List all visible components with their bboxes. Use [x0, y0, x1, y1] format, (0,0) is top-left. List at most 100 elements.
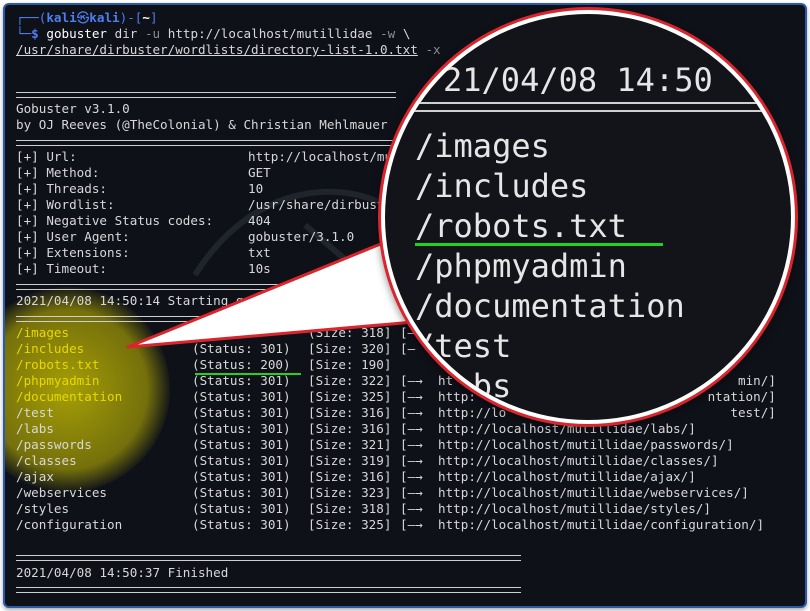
result-arrow: [—→ — [400, 453, 423, 468]
result-size: [Size: 316] — [308, 405, 392, 420]
config-label: [+] Threads: — [16, 181, 107, 196]
result-redirect: http://lo — [438, 405, 507, 420]
separator — [16, 587, 521, 593]
config-value: 404 — [248, 213, 271, 228]
result-redirect: http://localhost/mutillidae/styles/] — [438, 501, 711, 516]
magnified-path: /labs — [415, 367, 512, 405]
separator — [16, 284, 396, 290]
result-size: [Size: 319] — [308, 453, 392, 468]
config-label: [+] Extensions: — [16, 245, 130, 260]
magnified-path: /test — [415, 327, 512, 365]
shell-prompt: ┌──(kali㉿kali)-[~] — [16, 10, 158, 25]
result-size: [Size: 320] — [308, 341, 392, 356]
result-status: (Status: 301) — [192, 517, 291, 532]
config-row: [+] User Agent: gobuster/3.1.0 — [16, 229, 354, 245]
result-path: /includes — [16, 341, 85, 356]
result-redirect: http://localhost/mutillidae/classes/] — [438, 453, 719, 468]
result-redirect-tail: ntation/] — [707, 389, 776, 404]
line-continuation: \ — [402, 26, 411, 41]
result-status: (Status: 301) — [192, 405, 291, 420]
wordlist-path: /usr/share/dirbuster/wordlists/directory… — [16, 42, 418, 57]
result-path: /robots.txt — [16, 357, 100, 372]
result-path: /ajax — [16, 469, 54, 484]
command-url: http://localhost/mutillidae — [167, 26, 373, 41]
result-path: /configuration — [16, 517, 123, 532]
result-redirect: http://localhost/mutillidae/ajax/] — [438, 469, 696, 484]
result-row: /images (Size: 318] [— — [16, 325, 438, 341]
config-label: [+] Timeout: — [16, 261, 107, 276]
result-size: [Size: 321] — [308, 437, 392, 452]
result-status: (Status: 200) — [192, 357, 291, 372]
result-arrow: [—→ — [400, 421, 423, 436]
config-value: /usr/share/dirbust — [248, 197, 385, 212]
result-redirect: http://localhost/mutillidae/configuratio… — [438, 517, 765, 532]
config-value: gobuster/3.1.0 — [248, 229, 355, 244]
result-size: (Size: 318] — [308, 325, 392, 340]
result-redirect-tail: test/] — [730, 405, 776, 420]
prompt-user: kali — [46, 10, 77, 25]
result-row: /test (Status: 301) [Size: 316] [—→ http://l… — [16, 405, 776, 421]
result-size: [Size: 316] — [308, 469, 392, 484]
magnified-path: /includes — [415, 167, 589, 205]
separator — [16, 92, 396, 98]
result-path: /documentation — [16, 389, 123, 404]
config-label: [+] Negative Status codes: — [16, 213, 214, 228]
result-row: /classes (Status: 301) [Size: 319] [—→ http:… — [16, 453, 719, 469]
result-arrow: [—→ — [400, 469, 423, 484]
magnified-path: /documentation — [415, 287, 685, 325]
result-status: (Status: 301) — [192, 469, 291, 484]
result-redirect: http://localhost/mutillidae/passwords/] — [438, 437, 734, 452]
config-label: [+] Method: — [16, 165, 100, 180]
command-subcommand: dir — [114, 26, 138, 41]
command-name: gobuster — [46, 26, 108, 41]
config-value: http://localhost/mu — [248, 149, 393, 164]
flag-u: -u — [144, 26, 161, 41]
magnified-separator — [385, 102, 791, 112]
result-path: /phpmyadmin — [16, 373, 100, 388]
config-row: [+] Wordlist: /usr/share/dirbust — [16, 197, 384, 213]
command-line[interactable]: └─$ gobuster dir -u http://localhost/mut… — [16, 26, 410, 42]
result-path: /test — [16, 405, 54, 420]
config-row: [+] Timeout: 10s — [16, 261, 271, 277]
status-200-underline — [195, 373, 301, 375]
config-value: GET — [248, 165, 271, 180]
config-value: txt — [248, 245, 271, 260]
separator — [16, 555, 521, 561]
result-arrow: [—→ — [400, 437, 423, 452]
result-redirect: http://localhost/mutillidae/labs/] — [438, 421, 696, 436]
prompt-host: kali — [89, 10, 120, 25]
start-line: 2021/04/08 14:50:14 Starting gob — [16, 293, 259, 308]
config-value: 10s — [248, 261, 271, 276]
result-status: (Status: 301) — [192, 485, 291, 500]
magnifier-callout: 21/04/08 14:50 /images/includes/robots.t… — [385, 14, 791, 420]
result-row: /configuration (Status: 301) [Size: 325] [—… — [16, 517, 764, 533]
result-path: /labs — [16, 421, 54, 436]
magnified-path: /images — [415, 127, 550, 165]
result-size: [Size: 318] — [308, 501, 392, 516]
finished-line: 2021/04/08 14:50:37 Finished — [16, 565, 229, 580]
result-row: /passwords (Status: 301) [Size: 321] [—→ htt… — [16, 437, 734, 453]
magnified-path: /robots.txt — [415, 207, 627, 245]
config-row: [+] Url: http://localhost/mu — [16, 149, 392, 165]
result-arrow: [—→ — [400, 501, 423, 516]
result-row: /styles (Status: 301) [Size: 318] [—→ http:/… — [16, 501, 711, 517]
result-row: /documentation (Status: 301) [Size: 325] [—… — [16, 389, 776, 405]
result-row: /includes (Status: 301) [Size: 320] [— — [16, 341, 438, 357]
result-size: [Size: 190] — [308, 357, 392, 372]
config-label: [+] Wordlist: — [16, 197, 115, 212]
config-value: 10 — [248, 181, 264, 196]
result-arrow: [—→ — [400, 517, 423, 532]
result-size: [Size: 316] — [308, 421, 392, 436]
result-path: /passwords — [16, 437, 92, 452]
separator — [16, 140, 396, 146]
result-arrow: [—→ — [400, 485, 423, 500]
result-row: /ajax (Status: 301) [Size: 316] [—→ http://l… — [16, 469, 696, 485]
result-row: /robots.txt (Status: 200) [Size: 190] — [16, 357, 438, 373]
separator — [16, 316, 396, 322]
config-row: [+] Method: GET — [16, 165, 271, 181]
banner-authors: by OJ Reeves (@TheColonial) & Christian … — [16, 117, 388, 132]
result-row: /webservices (Status: 301) [Size: 323] [—→ h… — [16, 485, 749, 501]
result-row: /phpmyadmin (Status: 301) [Size: 322] [—→ ht… — [16, 373, 776, 389]
result-arrow: [—→ — [400, 405, 423, 420]
config-label: [+] User Agent: — [16, 229, 130, 244]
